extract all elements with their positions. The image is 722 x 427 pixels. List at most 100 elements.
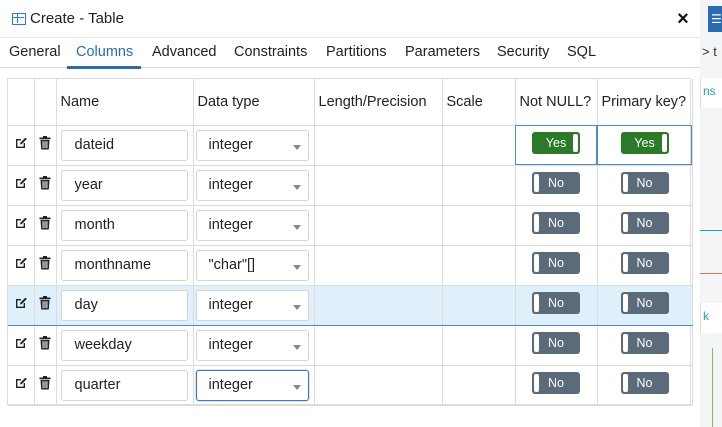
column-name-input[interactable]: month bbox=[60, 209, 188, 241]
not-null-cell: No bbox=[515, 165, 598, 206]
row-edit-cell[interactable] bbox=[8, 325, 35, 366]
trash-icon[interactable] bbox=[39, 255, 51, 270]
primary-key-toggle[interactable]: No bbox=[620, 211, 669, 234]
not-null-toggle[interactable]: No bbox=[532, 171, 580, 194]
not-null-toggle[interactable]: No bbox=[532, 251, 580, 274]
column-name-input[interactable]: day bbox=[60, 289, 188, 321]
not-null-toggle[interactable]: Yes bbox=[532, 131, 580, 154]
edit-icon[interactable] bbox=[14, 176, 28, 190]
column-name-input[interactable]: monthname bbox=[60, 249, 188, 281]
trash-icon[interactable] bbox=[39, 175, 51, 190]
length-precision-cell[interactable] bbox=[314, 245, 443, 286]
not-null-toggle[interactable]: No bbox=[532, 211, 580, 234]
tab-columns[interactable]: Columns bbox=[76, 44, 133, 60]
tab-partitions[interactable]: Partitions bbox=[326, 44, 386, 60]
row-delete-cell[interactable] bbox=[34, 325, 57, 366]
column-name-input[interactable]: quarter bbox=[60, 369, 188, 401]
row-delete-cell[interactable] bbox=[34, 284, 57, 326]
header-data-type[interactable]: Data type bbox=[193, 79, 315, 126]
close-icon[interactable]: × bbox=[672, 8, 694, 30]
data-type-select[interactable]: integer bbox=[195, 169, 309, 201]
tab-general[interactable]: General bbox=[9, 44, 61, 60]
scale-cell[interactable] bbox=[442, 125, 516, 166]
header-not-null[interactable]: Not NULL? bbox=[515, 79, 598, 126]
scale-cell[interactable] bbox=[442, 205, 516, 246]
data-type-select[interactable]: "char"[] bbox=[195, 249, 309, 281]
data-type-select[interactable]: integer bbox=[195, 209, 309, 241]
length-precision-cell[interactable] bbox=[314, 205, 443, 246]
table-row[interactable]: year integer No No bbox=[8, 165, 693, 206]
table-row[interactable]: quarter integer No No bbox=[8, 365, 693, 406]
row-edit-cell[interactable] bbox=[8, 365, 35, 406]
tab-security[interactable]: Security bbox=[497, 44, 549, 60]
table-row[interactable]: day integer No No bbox=[8, 284, 693, 326]
table-row[interactable]: monthname "char"[] No No bbox=[8, 245, 693, 286]
row-edit-cell[interactable] bbox=[8, 205, 35, 246]
trash-icon[interactable] bbox=[39, 215, 51, 230]
edit-icon[interactable] bbox=[14, 296, 28, 310]
row-edit-cell[interactable] bbox=[8, 125, 35, 166]
length-precision-cell[interactable] bbox=[314, 325, 443, 366]
tab-parameters[interactable]: Parameters bbox=[405, 44, 480, 60]
scale-cell[interactable] bbox=[442, 325, 516, 366]
tab-sql[interactable]: SQL bbox=[567, 44, 596, 60]
row-delete-cell[interactable] bbox=[34, 205, 57, 246]
row-delete-cell[interactable] bbox=[34, 125, 57, 166]
not-null-cell: No bbox=[515, 284, 598, 326]
row-delete-cell[interactable] bbox=[34, 165, 57, 206]
table-row[interactable]: month integer No No bbox=[8, 205, 693, 246]
primary-key-toggle[interactable]: Yes bbox=[620, 131, 669, 154]
edit-icon[interactable] bbox=[14, 336, 28, 350]
primary-key-toggle[interactable]: No bbox=[620, 171, 669, 194]
primary-key-toggle[interactable]: No bbox=[620, 291, 669, 314]
column-name-input[interactable]: weekday bbox=[60, 329, 188, 361]
row-edit-cell[interactable] bbox=[8, 245, 35, 286]
header-scale[interactable]: Scale bbox=[442, 79, 516, 126]
row-edit-cell[interactable] bbox=[8, 284, 35, 326]
edit-icon[interactable] bbox=[14, 376, 28, 390]
table-row[interactable]: weekday integer No No bbox=[8, 325, 693, 366]
column-name-input[interactable]: dateid bbox=[60, 129, 188, 161]
trash-icon[interactable] bbox=[39, 135, 51, 150]
tab-advanced[interactable]: Advanced bbox=[152, 44, 217, 60]
length-precision-cell[interactable] bbox=[314, 284, 443, 326]
table-row[interactable]: dateid integer Yes Yes bbox=[8, 125, 693, 166]
not-null-cell: Yes bbox=[515, 125, 598, 166]
menu-icon[interactable]: ☰ bbox=[708, 6, 722, 32]
trash-icon[interactable] bbox=[39, 335, 51, 350]
primary-key-cell: No bbox=[597, 205, 693, 246]
length-precision-cell[interactable] bbox=[314, 165, 443, 206]
primary-key-toggle[interactable]: No bbox=[620, 331, 669, 354]
name-cell: weekday bbox=[56, 325, 194, 366]
row-delete-cell[interactable] bbox=[34, 245, 57, 286]
not-null-toggle[interactable]: No bbox=[532, 331, 580, 354]
row-delete-cell[interactable] bbox=[34, 365, 57, 406]
data-type-select[interactable]: integer bbox=[195, 369, 309, 401]
edit-icon[interactable] bbox=[14, 216, 28, 230]
header-name[interactable]: Name bbox=[56, 79, 194, 126]
data-type-select[interactable]: integer bbox=[195, 289, 309, 321]
scale-cell[interactable] bbox=[442, 245, 516, 286]
scale-cell[interactable] bbox=[442, 365, 516, 406]
trash-icon[interactable] bbox=[39, 375, 51, 390]
data-type-select[interactable]: integer bbox=[195, 129, 309, 161]
data-type-select[interactable]: integer bbox=[195, 329, 309, 361]
tab-constraints[interactable]: Constraints bbox=[234, 44, 307, 60]
length-precision-cell[interactable] bbox=[314, 125, 443, 166]
header-length-precision[interactable]: Length/Precision bbox=[314, 79, 443, 126]
chevron-down-icon bbox=[292, 184, 301, 190]
trash-icon[interactable] bbox=[39, 295, 51, 310]
primary-key-toggle[interactable]: No bbox=[620, 251, 669, 274]
length-precision-cell[interactable] bbox=[314, 365, 443, 406]
row-edit-cell[interactable] bbox=[8, 165, 35, 206]
not-null-toggle[interactable]: No bbox=[532, 291, 580, 314]
not-null-toggle[interactable]: No bbox=[532, 371, 580, 394]
primary-key-toggle[interactable]: No bbox=[620, 371, 669, 394]
scale-cell[interactable] bbox=[442, 284, 516, 326]
edit-icon[interactable] bbox=[14, 256, 28, 270]
edit-icon[interactable] bbox=[14, 136, 28, 150]
scale-cell[interactable] bbox=[442, 165, 516, 206]
column-name-input[interactable]: year bbox=[60, 169, 188, 201]
header-primary-key[interactable]: Primary key? bbox=[597, 79, 693, 126]
create-table-dialog: Create - Table × General Columns Advance… bbox=[0, 0, 700, 427]
